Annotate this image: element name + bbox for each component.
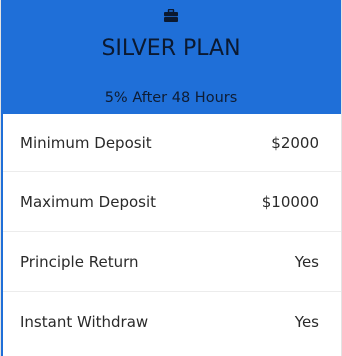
plan-title: SILVER PLAN <box>101 36 241 61</box>
accent-edge <box>1 114 3 356</box>
plan-row-minimum-deposit: Minimum Deposit $2000 <box>1 114 341 172</box>
row-value: $2000 <box>271 133 319 152</box>
row-label: Maximum Deposit <box>20 192 157 211</box>
plan-row-principle-return: Principle Return Yes <box>1 232 341 292</box>
row-value: $10000 <box>261 192 319 211</box>
row-value: Yes <box>294 252 319 271</box>
row-label: Minimum Deposit <box>20 133 152 152</box>
plan-row-maximum-deposit: Maximum Deposit $10000 <box>1 172 341 232</box>
plan-row-instant-withdraw: Instant Withdraw Yes <box>1 292 341 352</box>
plan-details-list: Minimum Deposit $2000 Maximum Deposit $1… <box>1 114 341 352</box>
row-label: Instant Withdraw <box>20 313 149 331</box>
plan-header: SILVER PLAN 5% After 48 Hours <box>1 0 341 114</box>
row-value: Yes <box>294 313 319 331</box>
row-label: Principle Return <box>20 252 139 271</box>
plan-subtitle: 5% After 48 Hours <box>104 90 238 106</box>
briefcase-icon <box>164 7 178 22</box>
plan-card: SILVER PLAN 5% After 48 Hours Minimum De… <box>0 0 342 356</box>
